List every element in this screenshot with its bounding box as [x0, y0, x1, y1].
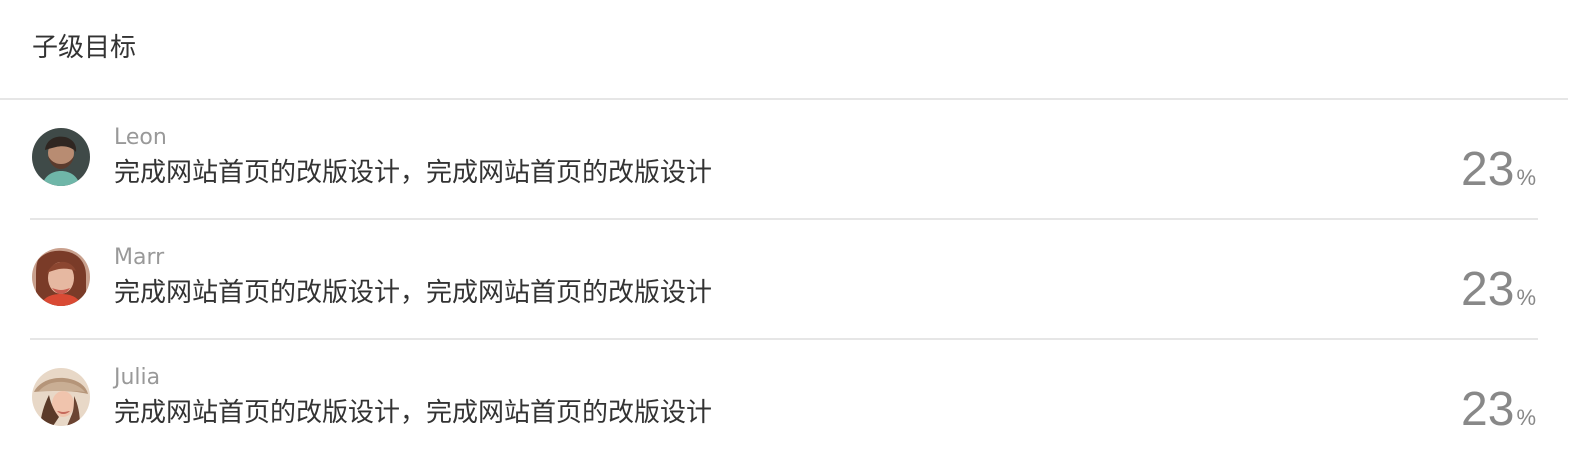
goal-list-item[interactable]: Marr 完成网站首页的改版设计，完成网站首页的改版设计 23% — [30, 220, 1538, 340]
owner-name: Julia — [114, 365, 161, 390]
progress-percentage: 23% — [1461, 262, 1536, 318]
owner-name: Marr — [114, 245, 165, 270]
progress-value: 23 — [1461, 143, 1515, 196]
avatar[interactable] — [32, 368, 90, 426]
panel-header: 子级目标 — [0, 0, 1568, 100]
avatar-marr-icon — [32, 248, 90, 306]
child-goals-panel: 子级目标 Leon 完成网站首页的改版设计，完成网站首页的改版设计 23% Ma… — [0, 0, 1568, 466]
avatar-julia-icon — [32, 368, 90, 426]
progress-percentage: 23% — [1461, 382, 1536, 438]
progress-unit: % — [1516, 285, 1536, 310]
goal-list-item[interactable]: Leon 完成网站首页的改版设计，完成网站首页的改版设计 23% — [30, 100, 1538, 220]
goal-text: 完成网站首页的改版设计，完成网站首页的改版设计 — [114, 398, 713, 428]
goal-text: 完成网站首页的改版设计，完成网站首页的改版设计 — [114, 158, 713, 188]
avatar-leon-icon — [32, 128, 90, 186]
goal-list-item[interactable]: Julia 完成网站首页的改版设计，完成网站首页的改版设计 23% — [30, 340, 1538, 460]
progress-unit: % — [1516, 405, 1536, 430]
goal-text: 完成网站首页的改版设计，完成网站首页的改版设计 — [114, 278, 713, 308]
progress-value: 23 — [1461, 263, 1515, 316]
progress-unit: % — [1516, 165, 1536, 190]
avatar[interactable] — [32, 248, 90, 306]
page-title: 子级目标 — [32, 33, 137, 63]
progress-percentage: 23% — [1461, 142, 1536, 198]
progress-value: 23 — [1461, 383, 1515, 436]
owner-name: Leon — [114, 125, 167, 150]
avatar[interactable] — [32, 128, 90, 186]
goal-list: Leon 完成网站首页的改版设计，完成网站首页的改版设计 23% Marr 完成… — [0, 100, 1568, 460]
